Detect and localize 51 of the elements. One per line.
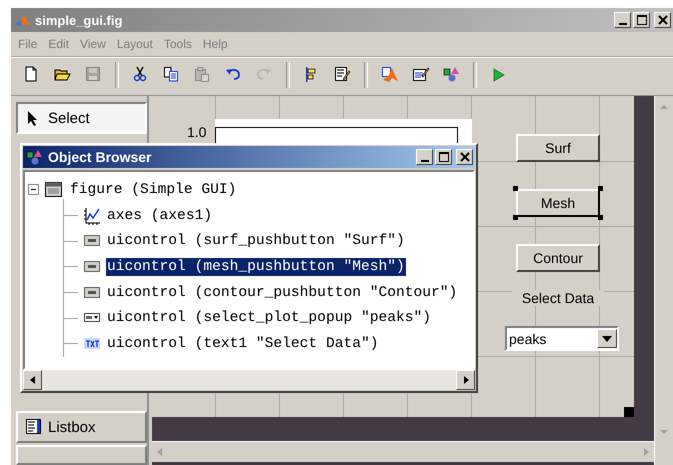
tree-item[interactable]: uicontrol (contour_pushbutton "Contour") bbox=[106, 284, 458, 302]
dropdown-arrow-icon bbox=[602, 336, 612, 342]
shapes-icon bbox=[26, 149, 44, 165]
minimize-icon bbox=[618, 23, 626, 25]
tree-item[interactable]: uicontrol (surf_pushbutton "Surf") bbox=[106, 232, 406, 250]
tree-item[interactable]: axes (axes1) bbox=[106, 206, 214, 225]
dropdown[interactable]: peaks bbox=[505, 326, 619, 351]
editor-icon bbox=[412, 66, 430, 83]
copy-icon bbox=[162, 66, 180, 83]
collapse-toggle[interactable] bbox=[28, 184, 39, 196]
peak-logo-icon bbox=[14, 12, 32, 28]
resize-handle[interactable] bbox=[624, 407, 634, 417]
undo-arrow-icon bbox=[224, 66, 242, 83]
shapes-icon bbox=[442, 66, 460, 83]
tree-item[interactable]: uicontrol (text1 "Select Data") bbox=[106, 334, 380, 353]
tree-item[interactable]: uicontrol (select_plot_popup "peaks") bbox=[106, 309, 432, 328]
horizontal-scrollbar[interactable] bbox=[23, 370, 475, 390]
horizontal-scrollbar[interactable] bbox=[152, 441, 654, 462]
close-icon bbox=[656, 13, 670, 27]
window-title: simple_gui.fig bbox=[35, 12, 122, 28]
push-button[interactable]: Mesh bbox=[516, 189, 600, 217]
push-button[interactable]: Contour bbox=[516, 244, 600, 272]
static-text: Select Data bbox=[512, 290, 604, 306]
close-button[interactable] bbox=[654, 12, 671, 28]
peak-logo-icon bbox=[380, 66, 398, 83]
maximize-icon bbox=[634, 13, 648, 27]
maximize-button[interactable] bbox=[435, 149, 452, 165]
plot-icon bbox=[83, 206, 101, 225]
scroll-left-icon bbox=[28, 375, 36, 385]
tree-item[interactable]: uicontrol (mesh_pushbutton "Mesh") bbox=[106, 258, 406, 276]
paste-icon bbox=[194, 66, 212, 83]
palette-item[interactable]: Listbox bbox=[16, 411, 147, 443]
redo-arrow-icon bbox=[256, 66, 274, 83]
palette-item[interactable]: Select bbox=[16, 102, 147, 134]
minimize-button[interactable] bbox=[416, 149, 433, 165]
push-button[interactable]: Surf bbox=[516, 134, 600, 162]
maximize-button[interactable] bbox=[633, 12, 650, 28]
menu-editor-icon bbox=[334, 66, 352, 83]
close-icon bbox=[458, 150, 472, 164]
maximize-icon bbox=[436, 150, 450, 164]
window-icon bbox=[44, 180, 64, 199]
tree-item[interactable]: figure (Simple GUI) bbox=[69, 180, 238, 199]
axis-tick-label: 1.0 bbox=[187, 124, 206, 140]
minimize-icon bbox=[420, 160, 428, 162]
scroll-right-icon bbox=[462, 375, 470, 385]
close-button[interactable] bbox=[456, 149, 473, 165]
window-title: Object Browser bbox=[48, 149, 152, 165]
palette-item[interactable] bbox=[16, 445, 147, 465]
minimize-button[interactable] bbox=[614, 12, 631, 28]
save-icon bbox=[84, 66, 102, 83]
listbox-icon bbox=[26, 419, 42, 435]
